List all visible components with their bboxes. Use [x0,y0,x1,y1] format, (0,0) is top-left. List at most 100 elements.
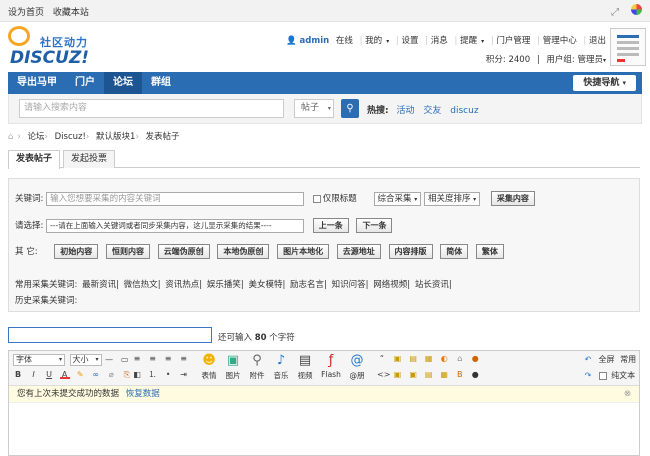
nav-item-forum[interactable]: 论坛 [104,72,142,94]
keyword-input[interactable]: 输入您想要采集的内容关键词 [46,191,305,206]
username-link[interactable]: admin [300,36,330,46]
fullscreen-button[interactable]: 全屏 [599,355,615,364]
set-home-link[interactable]: 设为首页 [8,8,44,18]
keyword-link[interactable]: 资讯热点 [165,280,199,290]
align-center-icon[interactable]: ≡ [148,354,158,363]
text-color-icon[interactable]: A [59,370,70,379]
my-menu[interactable]: 我的 [365,36,382,46]
unordered-list-icon[interactable]: • [163,370,173,379]
video-button[interactable]: ▤ 视频 [293,353,317,381]
sort-select[interactable]: 相关度排序 ▾ [423,191,481,206]
tool-remove-source[interactable]: 去源地址 [336,244,381,259]
unlink-icon[interactable]: ⌀ [106,370,116,379]
breadcrumb-forum[interactable]: 论坛 [28,132,45,142]
reminders-menu[interactable]: 提醒 [460,36,477,46]
close-icon[interactable]: ⊗ [624,386,631,403]
keyword-link[interactable]: 娱乐播笑 [207,280,241,290]
emoji-button[interactable]: ☻ 表情 [197,353,221,381]
quote-icon[interactable]: “ [377,354,387,363]
logout-link[interactable]: 退出 [589,36,606,46]
expand-icon[interactable]: ⤢ [611,7,622,18]
home-icon[interactable]: ⌂ [8,132,13,142]
lock-icon[interactable]: ▣ [393,354,403,363]
attachment-button[interactable]: ⚲ 附件 [245,353,269,381]
table-icon[interactable]: ▦ [424,354,434,363]
keyword-link[interactable]: 网络视频 [373,280,407,290]
audio-icon[interactable]: ◐ [439,354,449,363]
bg-color-icon[interactable]: ✎ [75,370,85,379]
hot-link-discuz[interactable]: discuz [450,106,478,116]
hide-icon[interactable]: ▤ [408,354,418,363]
keyword-link[interactable]: 最新资讯 [82,280,116,290]
float-left-icon[interactable]: ◧ [132,370,142,379]
nav-item-export[interactable]: 导出马甲 [8,72,66,94]
tool-local-rewrite[interactable]: 本地伪原创 [217,244,270,259]
collect-content-button[interactable]: 采集内容 [490,191,535,206]
common-button[interactable]: 常用 [620,355,636,364]
restore-data-link[interactable]: 恢复数据 [126,389,160,399]
ordered-list-icon[interactable]: ⒈ [148,370,158,379]
keyword-link[interactable]: 站长资讯 [415,280,449,290]
align-left-icon[interactable]: ≡ [132,354,142,363]
search-type-select[interactable]: 帖子 ▾ [294,99,334,118]
editor-body[interactable] [9,403,639,455]
code-icon[interactable]: <> [377,370,390,379]
redo-icon[interactable]: ↷ [583,371,593,380]
tool-traditional[interactable]: 繁体 [475,244,504,259]
breadcrumb-discuz[interactable]: Discuz! [55,132,86,142]
messages-link[interactable]: 消息 [431,36,448,46]
search-button[interactable]: ⚲ [341,99,359,118]
add-favorite-link[interactable]: 收藏本站 [53,8,89,18]
align-justify-icon[interactable]: ≡ [179,354,189,363]
next-item-button[interactable]: 下一条 [356,218,393,233]
link-icon[interactable]: ∞ [91,370,101,379]
admin-center-link[interactable]: 管理中心 [543,36,577,46]
portal-admin-link[interactable]: 门户管理 [496,36,530,46]
hr-icon[interactable]: — [104,355,114,364]
italic-icon[interactable]: I [29,370,39,379]
result-select[interactable]: ---请在上面输入关键词或者同步采集内容，这儿显示采集的结果---- [46,218,305,233]
bold-icon[interactable]: B [13,370,23,379]
image-button[interactable]: ▣ 图片 [221,353,245,381]
align-right-icon[interactable]: ≡ [163,354,173,363]
nav-item-groups[interactable]: 群组 [142,72,180,94]
keyword-link[interactable]: 励志名言 [290,280,324,290]
format-brush-icon[interactable]: ⎘ [122,370,132,379]
discuz-logo[interactable]: 社区动力 DISCUZ! [8,26,108,70]
banner-thumbnail[interactable] [610,28,646,66]
mention-button[interactable]: @ @朋 [345,353,369,381]
hot-link-activity[interactable]: 活动 [396,106,414,116]
user-group-link[interactable]: 用户组: 管理员 [546,55,603,65]
points-link[interactable]: 积分: 2400 [486,55,530,65]
bg-icon[interactable]: B [455,370,465,379]
music-button[interactable]: ♪ 音乐 [269,353,293,381]
free-icon[interactable]: ▣ [393,370,403,379]
settings-link[interactable]: 设置 [401,36,418,46]
qq-show-icon[interactable]: ● [470,370,480,379]
tool-rule-content[interactable]: 恒则内容 [105,244,150,259]
block-icon[interactable]: ▭ [120,355,130,364]
font-select[interactable]: 字体 ▾ [13,354,65,366]
breadcrumb-board[interactable]: 默认版块1 [96,132,135,142]
qq-icon[interactable]: ● [470,354,480,363]
search-input[interactable]: 请输入搜索内容 [19,99,284,118]
tag-icon[interactable]: ⌂ [455,354,465,363]
tool-image-localize[interactable]: 图片本地化 [277,244,330,259]
tool-layout[interactable]: 内容排版 [388,244,433,259]
post-title-input[interactable] [8,327,212,343]
theme-color-icon[interactable] [631,4,642,15]
title-only-checkbox[interactable] [312,194,321,203]
tool-initial-content[interactable]: 初始内容 [54,244,99,259]
keyword-link[interactable]: 美女模特 [248,280,282,290]
underline-icon[interactable]: U [44,370,54,379]
undo-icon[interactable]: ↶ [583,355,593,364]
tool-cloud-rewrite[interactable]: 云端伪原创 [157,244,210,259]
indent-icon[interactable]: ⇥ [179,370,189,379]
nav-item-portal[interactable]: 门户 [66,72,104,94]
hot-link-friends[interactable]: 交友 [423,106,441,116]
attach-icon[interactable]: ▤ [424,370,434,379]
gallery-icon[interactable]: ▦ [439,370,449,379]
prev-item-button[interactable]: 上一条 [312,218,349,233]
tab-new-poll[interactable]: 发起投票 [63,150,116,168]
password-icon[interactable]: ▣ [408,370,418,379]
